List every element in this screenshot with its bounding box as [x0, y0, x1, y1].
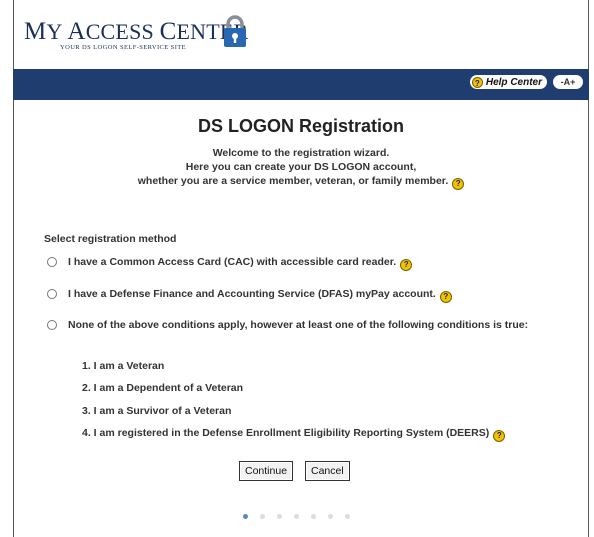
wizard-step-dot [243, 514, 248, 519]
wizard-step-dot [260, 514, 265, 519]
radio-cac[interactable] [47, 257, 57, 267]
select-method-label: Select registration method [44, 233, 177, 245]
lock-icon [224, 15, 246, 47]
wizard-progress [243, 514, 362, 519]
radio-dfas[interactable] [47, 289, 57, 299]
help-icon: ? [471, 76, 483, 88]
help-center-link[interactable]: ? Help Center [469, 75, 547, 89]
help-icon[interactable]: ? [439, 291, 452, 303]
help-center-label: Help Center [485, 76, 542, 88]
condition-item: 4. I am registered in the Defense Enroll… [82, 427, 506, 442]
wizard-step-dot [294, 514, 299, 519]
intro-line: whether you are a service member, vetera… [13, 174, 589, 190]
condition-item: 1. I am a Veteran [82, 360, 165, 372]
logo-title: MY ACCESS CENTER [24, 18, 249, 45]
condition-item: 2. I am a Dependent of a Veteran [82, 382, 244, 394]
radio-none-above[interactable] [47, 320, 57, 330]
continue-button[interactable]: Continue [239, 461, 294, 481]
wizard-step-dot [345, 514, 350, 519]
wizard-step-dot [311, 514, 316, 519]
page-title: DS LOGON Registration [197, 116, 404, 136]
help-icon[interactable]: ? [452, 178, 465, 190]
help-icon[interactable]: ? [493, 430, 506, 442]
top-nav-bar: ? Help Center -A+ [13, 69, 589, 100]
option-none-above-label: None of the above conditions apply, howe… [68, 319, 529, 331]
text-size-toggle[interactable]: -A+ [553, 75, 583, 89]
option-cac-label: I have a Common Access Card (CAC) with a… [68, 256, 397, 268]
wizard-step-dot [328, 514, 333, 519]
logo-subtitle: YOUR DS LOGON SELF-SERVICE SITE [60, 44, 186, 51]
intro-line: Here you can create your DS LOGON accoun… [185, 161, 417, 173]
wizard-step-dot [277, 514, 282, 519]
intro-line: Welcome to the registration wizard. [212, 147, 390, 159]
option-cac[interactable]: I have a Common Access Card (CAC) with a… [47, 255, 413, 271]
condition-item: 3. I am a Survivor of a Veteran [82, 405, 232, 417]
option-dfas[interactable]: I have a Defense Finance and Accounting … [47, 287, 452, 303]
option-none-above[interactable]: None of the above conditions apply, howe… [47, 318, 547, 333]
help-icon[interactable]: ? [400, 259, 413, 271]
intro-text: Welcome to the registration wizard. Here… [13, 146, 589, 190]
option-dfas-label: I have a Defense Finance and Accounting … [68, 288, 436, 300]
cancel-button[interactable]: Cancel [305, 461, 350, 481]
